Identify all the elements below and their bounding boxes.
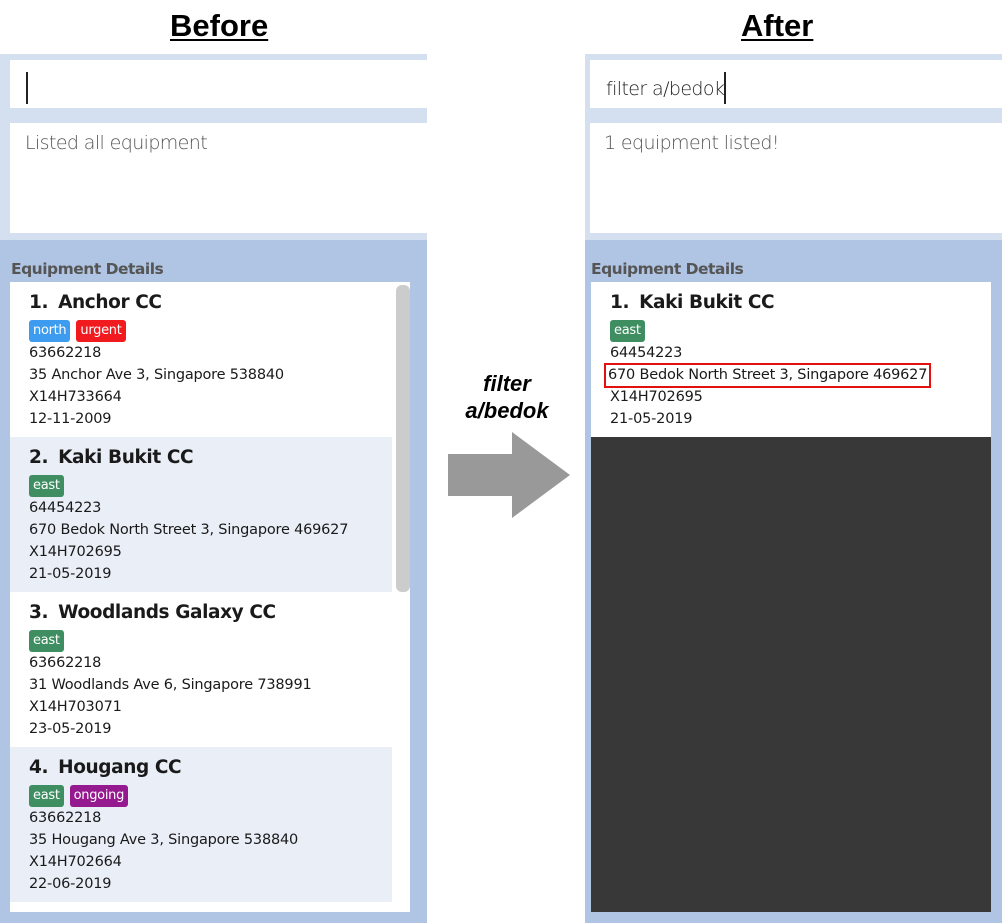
equipment-name: 4. Hougang CC (29, 757, 392, 784)
equipment-index: 4. (29, 757, 49, 778)
equipment-serial: X14H702695 (610, 389, 703, 405)
equipment-list-panel: Equipment Details 1. Kaki Bukit CC east 644… (585, 240, 1002, 923)
result-display: Listed all equipment (10, 123, 427, 233)
command-input[interactable] (10, 60, 427, 108)
equipment-index: 1. (29, 292, 49, 313)
equipment-address: 670 Bedok North Street 3, Singapore 4696… (29, 522, 349, 538)
equipment-name-text: Woodlands Galaxy CC (58, 602, 276, 623)
highlighted-address-row: 670 Bedok North Street 3, Singapore 4696… (603, 363, 991, 388)
tag-east: east (29, 630, 64, 652)
equipment-phone: 64454223 (29, 500, 102, 516)
command-area: Listed all equipment (0, 54, 427, 240)
transition-command-label: filter a/bedok (448, 370, 566, 424)
equipment-serial: X14H733664 (29, 389, 122, 405)
tag-urgent: urgent (76, 320, 126, 342)
equipment-name-text: Anchor CC (58, 292, 162, 313)
equipment-name-text: Hougang CC (58, 757, 182, 778)
equipment-phone: 63662218 (29, 345, 102, 361)
result-display: 1 equipment listed! (590, 123, 1002, 233)
equipment-phone: 63662218 (29, 810, 102, 826)
equipment-index: 3. (29, 602, 49, 623)
equipment-date: 21-05-2019 (29, 566, 112, 582)
tag-east: east (29, 475, 64, 497)
equipment-serial: X14H702695 (29, 544, 122, 560)
command-area: filter a/bedok 1 equipment listed! (585, 54, 1002, 240)
equipment-phone: 63662218 (29, 655, 102, 671)
equipment-phone: 64454223 (610, 345, 683, 361)
equipment-list[interactable]: 1. Kaki Bukit CC east 64454223 670 Bedok Nor… (591, 282, 991, 912)
equipment-date: 12-11-2009 (29, 411, 112, 427)
equipment-serial: X14H703071 (29, 699, 122, 715)
before-app-window: Listed all equipment Equipment Details 1… (0, 54, 427, 923)
equipment-name: 3. Woodlands Galaxy CC (29, 602, 392, 629)
equipment-name: 1. Anchor CC (29, 292, 392, 319)
equipment-card[interactable]: 2. Kaki Bukit CC east 64454223 670 Bedok Nor… (10, 437, 392, 592)
equipment-address: 35 Anchor Ave 3, Singapore 538840 (29, 367, 284, 383)
scrollbar-thumb[interactable] (396, 285, 410, 592)
equipment-name-text: Kaki Bukit CC (58, 447, 194, 468)
tag-ongoing: ongoing (69, 785, 129, 807)
before-heading: Before (170, 8, 269, 43)
equipment-index: 1. (610, 292, 630, 313)
list-title: Equipment Details (11, 260, 164, 278)
after-heading: After (741, 8, 814, 43)
tag-list: east ongoing (29, 785, 392, 807)
equipment-name: 1. Kaki Bukit CC (610, 292, 991, 319)
equipment-card[interactable]: 1. Kaki Bukit CC east 64454223 670 Bedok Nor… (591, 282, 991, 437)
tag-north: north (29, 320, 71, 342)
equipment-card[interactable]: 4. Hougang CC east ongoing 63662218 35 Hougan… (10, 747, 392, 902)
equipment-list[interactable]: 1. Anchor CC north urgent 63662218 35 Anchor … (10, 282, 410, 912)
text-caret (724, 72, 726, 104)
tag-list: north urgent (29, 320, 392, 342)
transition-line-1: filter (483, 371, 531, 396)
after-app-window: filter a/bedok 1 equipment listed! Equip… (585, 54, 1002, 923)
equipment-index: 2. (29, 447, 49, 468)
equipment-card[interactable]: 1. Anchor CC north urgent 63662218 35 Anchor … (10, 282, 392, 437)
equipment-date: 22-06-2019 (29, 876, 112, 892)
equipment-address: 35 Hougang Ave 3, Singapore 538840 (29, 832, 299, 848)
tag-east: east (29, 785, 64, 807)
command-text: filter a/bedok (606, 78, 725, 100)
text-caret (26, 72, 28, 104)
equipment-date: 21-05-2019 (610, 411, 693, 427)
tag-list: east (29, 630, 392, 652)
equipment-card[interactable]: 3. Woodlands Galaxy CC east 63662218 31 Wood… (10, 592, 392, 747)
equipment-date: 23-05-2019 (29, 721, 112, 737)
transition-line-2: a/bedok (465, 398, 549, 423)
right-arrow-icon (448, 432, 570, 518)
list-title: Equipment Details (591, 260, 744, 278)
tag-east: east (610, 320, 645, 342)
tag-list: east (610, 320, 991, 342)
command-input[interactable]: filter a/bedok (590, 60, 1002, 108)
equipment-name: 2. Kaki Bukit CC (29, 447, 392, 474)
equipment-name-text: Kaki Bukit CC (639, 292, 775, 313)
tag-list: east (29, 475, 392, 497)
equipment-serial: X14H702664 (29, 854, 122, 870)
equipment-address: 31 Woodlands Ave 6, Singapore 738991 (29, 677, 312, 693)
equipment-list-panel: Equipment Details 1. Anchor CC north urgent… (0, 240, 427, 923)
equipment-address: 670 Bedok North Street 3, Singapore 4696… (603, 363, 932, 388)
